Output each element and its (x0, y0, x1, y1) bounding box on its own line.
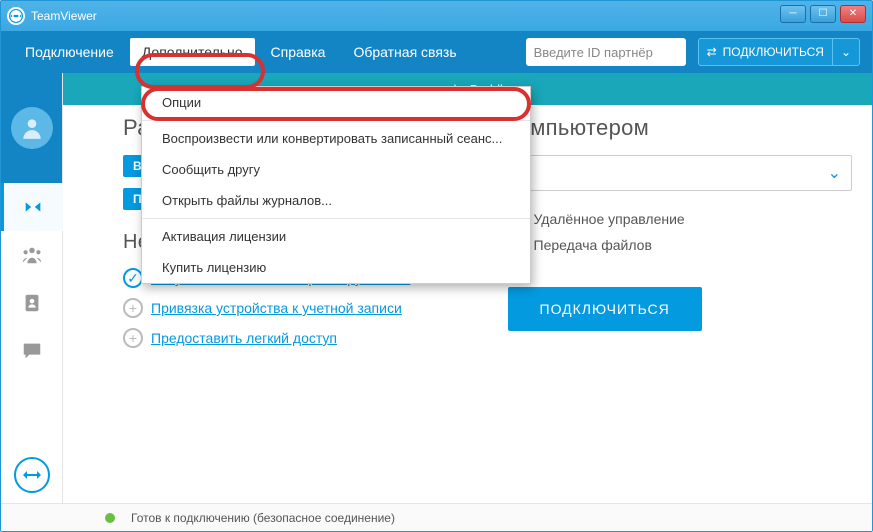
maximize-button[interactable]: ☐ (810, 5, 836, 23)
sidebar-chat-icon[interactable] (1, 327, 63, 375)
radio-remote-control[interactable]: Удалённое управление (508, 211, 853, 227)
partner-select[interactable]: ⌄ (508, 155, 853, 191)
top-connect-button[interactable]: ⇄ ПОДКЛЮЧИТЬСЯ ⌄ (698, 38, 860, 66)
status-indicator-icon (105, 513, 115, 523)
right-column: компьютером ⌄ Удалённое управление Перед… (508, 115, 853, 358)
connect-button[interactable]: ПОДКЛЮЧИТЬСЯ (508, 287, 702, 331)
top-connect-label: ПОДКЛЮЧИТЬСЯ (723, 45, 824, 59)
check-icon: ✓ (123, 268, 143, 288)
teamviewer-logo-icon[interactable] (14, 457, 50, 493)
menu-options[interactable]: Опции (142, 87, 530, 118)
plus-icon: + (123, 328, 143, 348)
menu-activate-license[interactable]: Активация лицензии (142, 221, 530, 252)
menu-extras[interactable]: Дополнительно (130, 38, 255, 66)
separator (142, 120, 530, 121)
menu-help[interactable]: Справка (259, 38, 338, 66)
chevron-down-icon[interactable]: ⌄ (832, 39, 859, 65)
radio-files-label: Передача файлов (534, 237, 652, 253)
menu-tell-friend[interactable]: Сообщить другу (142, 154, 530, 185)
menu-feedback[interactable]: Обратная связь (341, 38, 468, 66)
menu-connection[interactable]: Подключение (13, 38, 126, 66)
plus-icon: + (123, 298, 143, 318)
menu-open-logs[interactable]: Открыть файлы журналов... (142, 185, 530, 216)
titlebar: TeamViewer ─ ☐ ✕ (1, 1, 872, 31)
statusbar: Готов к подключению (безопасное соединен… (1, 503, 872, 531)
partner-id-placeholder: Введите ID партнёр (534, 45, 653, 60)
swap-icon: ⇄ (707, 45, 717, 59)
chevron-down-icon: ⌄ (828, 163, 841, 183)
window-controls: ─ ☐ ✕ (780, 5, 866, 23)
menubar: Подключение Дополнительно Справка Обратн… (1, 31, 872, 73)
menu-play-recording[interactable]: Воспроизвести или конвертировать записан… (142, 123, 530, 154)
extras-dropdown: Опции Воспроизвести или конвертировать з… (141, 86, 531, 284)
app-window: TeamViewer ─ ☐ ✕ Подключение Дополнитель… (0, 0, 873, 532)
avatar[interactable] (11, 107, 53, 149)
app-icon (7, 7, 25, 25)
link-easy-access[interactable]: + Предоставить легкий доступ (123, 328, 468, 348)
partner-id-input[interactable]: Введите ID партнёр (526, 38, 686, 66)
link2-label[interactable]: Привязка устройства к учетной записи (151, 300, 402, 316)
sidebar-meeting-icon[interactable] (1, 231, 63, 279)
link-assign-account[interactable]: + Привязка устройства к учетной записи (123, 298, 468, 318)
right-heading-fragment: компьютером (508, 115, 853, 141)
sidebar-remote-icon[interactable] (1, 183, 63, 231)
minimize-button[interactable]: ─ (780, 5, 806, 23)
close-button[interactable]: ✕ (840, 5, 866, 23)
radio-remote-label: Удалённое управление (534, 211, 685, 227)
avatar-section (1, 73, 62, 183)
sidebar (1, 73, 63, 503)
link3-label[interactable]: Предоставить легкий доступ (151, 330, 337, 346)
status-text: Готов к подключению (безопасное соединен… (131, 511, 395, 525)
window-title: TeamViewer (31, 9, 97, 23)
separator (142, 218, 530, 219)
menu-buy-license[interactable]: Купить лицензию (142, 252, 530, 283)
radio-file-transfer[interactable]: Передача файлов (508, 237, 853, 253)
sidebar-contacts-icon[interactable] (1, 279, 63, 327)
